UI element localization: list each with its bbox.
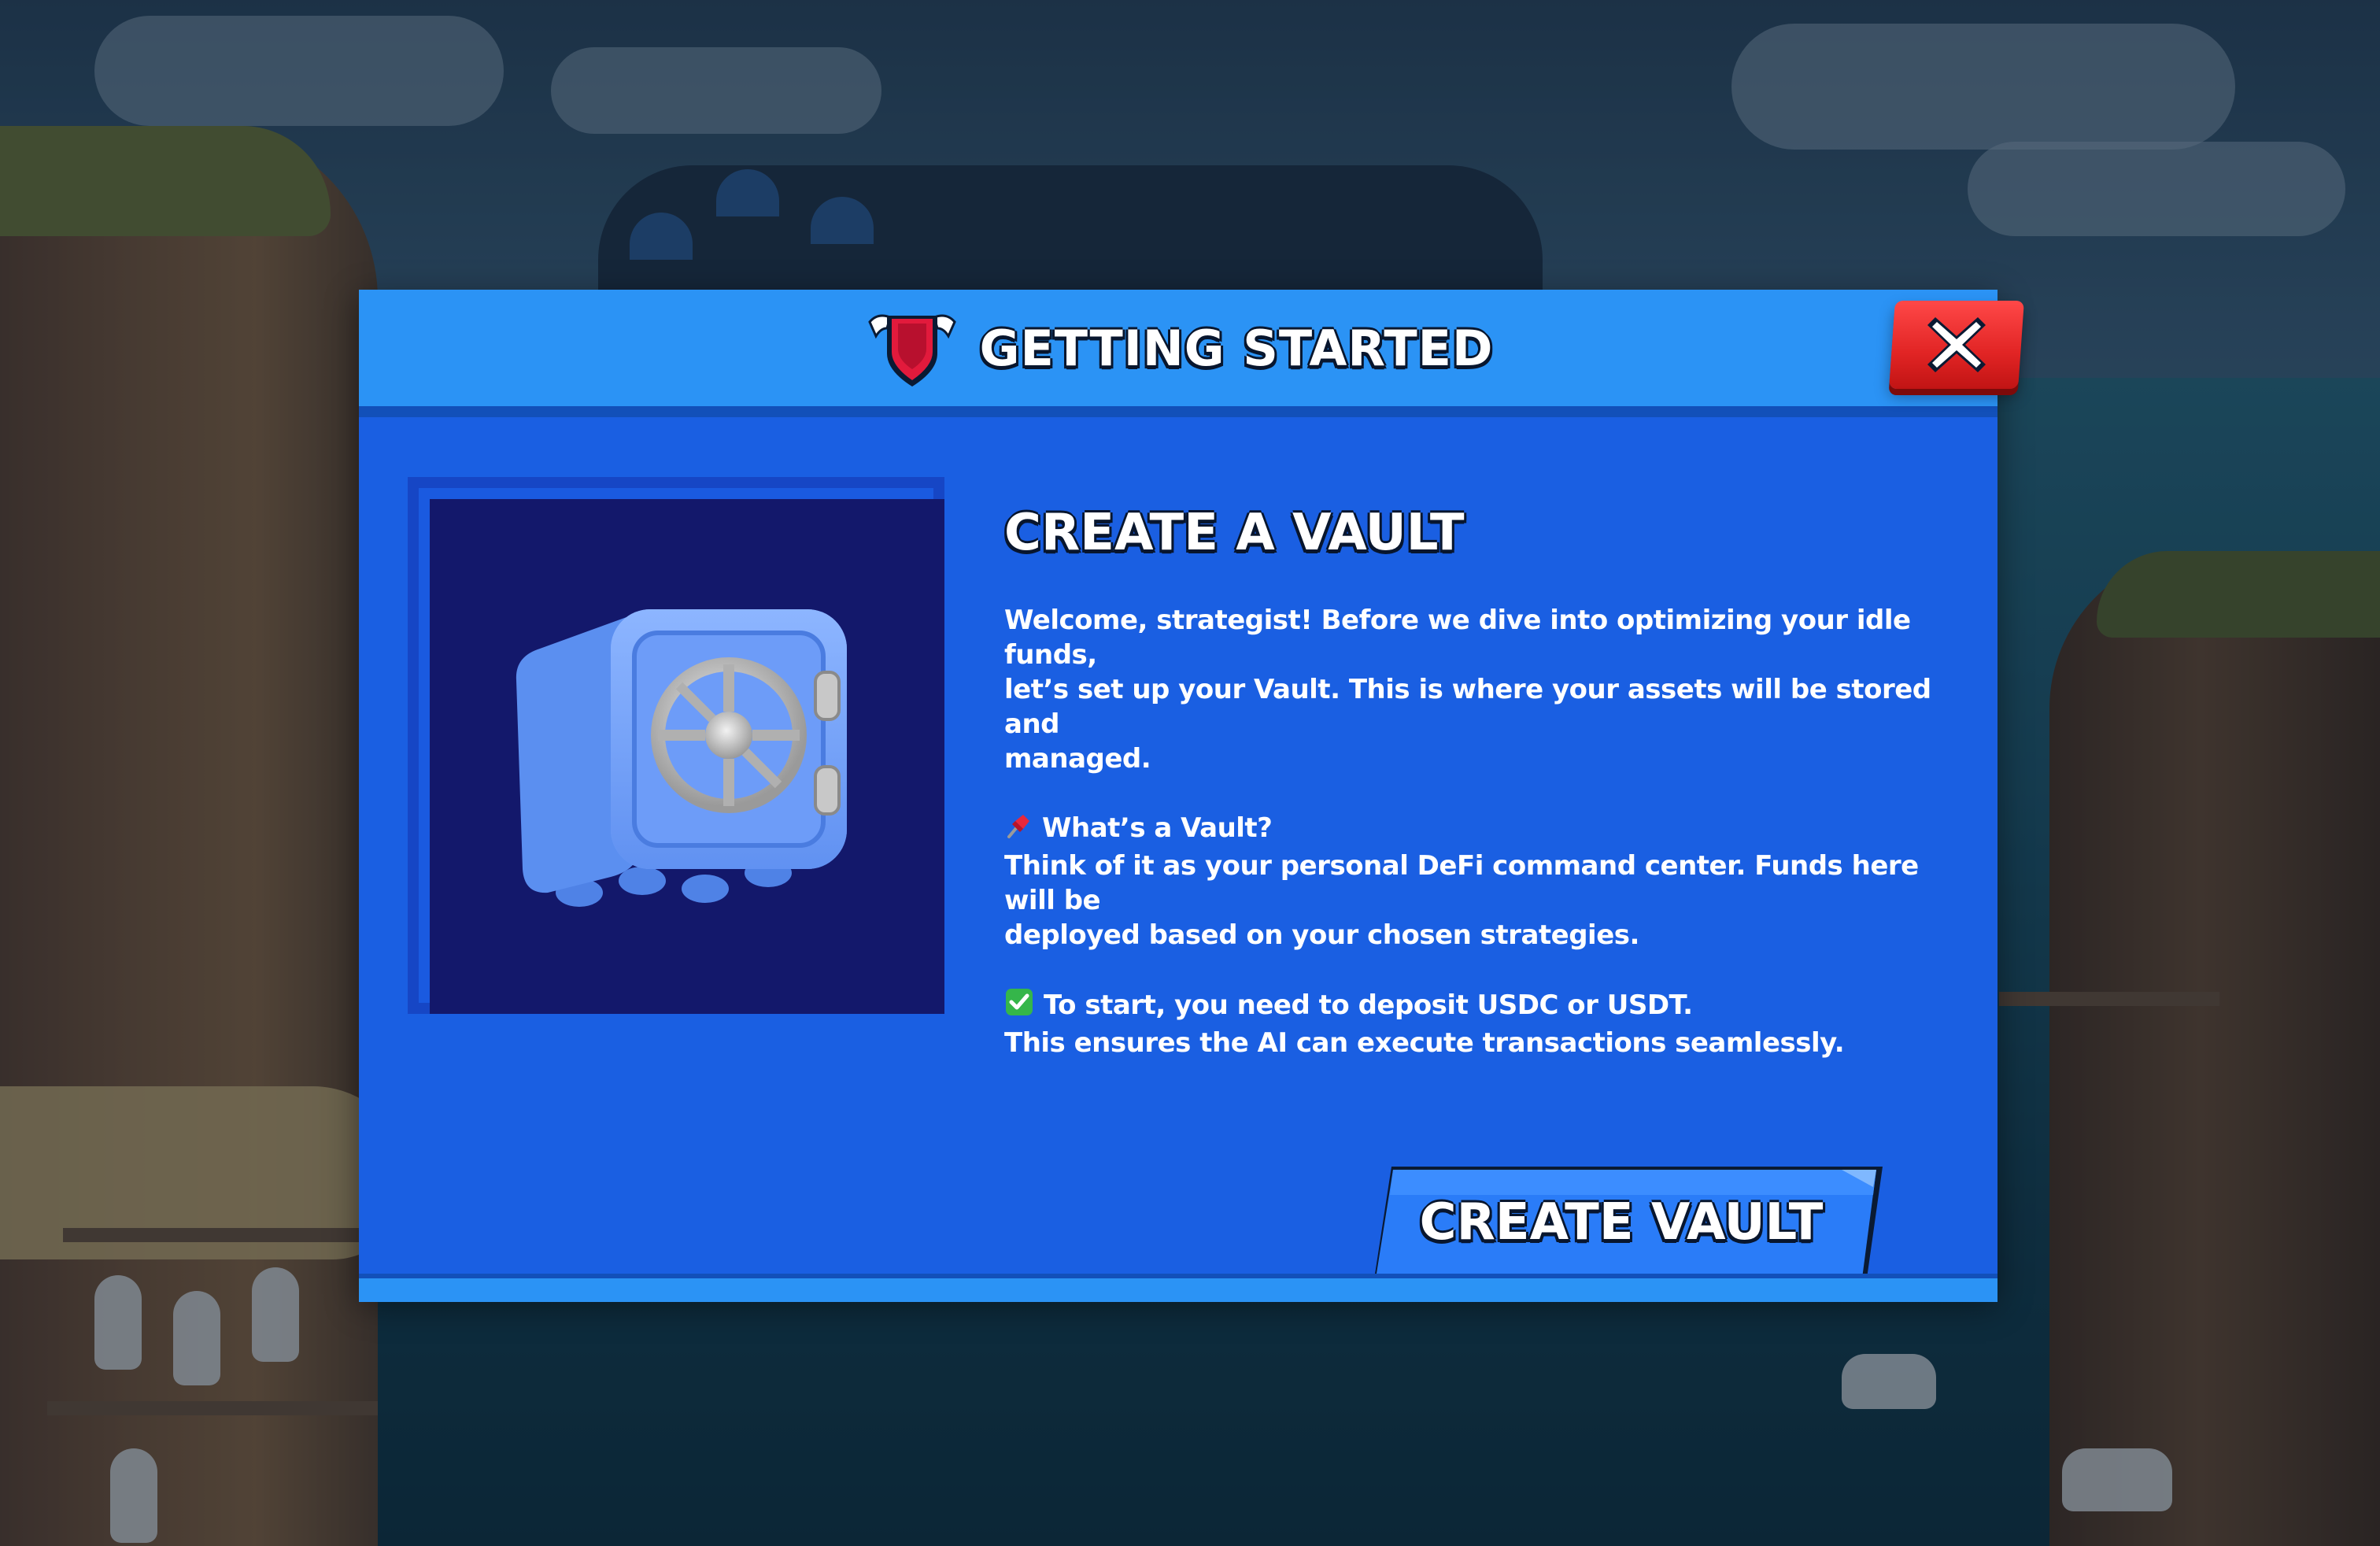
winged-shield-icon bbox=[863, 305, 961, 391]
deposit-heading: To start, you need to deposit USDC or US… bbox=[1044, 989, 1693, 1021]
modal-header: GETTING STARTED bbox=[359, 290, 2024, 417]
welcome-line: managed. bbox=[1004, 743, 1151, 775]
deposit-line: This ensures the AI can execute transact… bbox=[1004, 1027, 1845, 1059]
vault-line: Think of it as your personal DeFi comman… bbox=[1004, 850, 1919, 916]
deposit-paragraph: To start, you need to deposit USDC or US… bbox=[1004, 987, 1972, 1060]
close-icon bbox=[1924, 313, 1989, 377]
welcome-line: Welcome, strategist! Before we dive into… bbox=[1004, 605, 1911, 671]
modal-footer-bar bbox=[359, 1274, 1998, 1302]
content-title: CREATE A VAULT bbox=[1004, 504, 1465, 562]
vault-heading-line: What’s a Vault? bbox=[1004, 811, 1972, 849]
modal-title-group: GETTING STARTED bbox=[359, 290, 1998, 406]
vault-line: deployed based on your chosen strategies… bbox=[1004, 919, 1639, 951]
getting-started-modal: GETTING STARTED CREATE A VAULT Welcome, … bbox=[359, 290, 2024, 1302]
vault-intro-content: CREATE A VAULT Welcome, strategist! Befo… bbox=[1004, 504, 1972, 1095]
vault-illustration-frame bbox=[408, 477, 944, 1014]
vault-illustration-panel bbox=[430, 499, 944, 1014]
welcome-paragraph: Welcome, strategist! Before we dive into… bbox=[1004, 603, 1972, 776]
modal-title: GETTING STARTED bbox=[979, 319, 1494, 377]
modal-body: CREATE A VAULT Welcome, strategist! Befo… bbox=[359, 417, 1998, 1289]
vault-icon bbox=[493, 586, 870, 924]
vault-explainer-paragraph: What’s a Vault? Think of it as your pers… bbox=[1004, 811, 1972, 952]
check-mark-icon bbox=[1004, 987, 1034, 1026]
pushpin-icon bbox=[1004, 812, 1033, 849]
vault-heading: What’s a Vault? bbox=[1042, 812, 1273, 844]
welcome-line: let’s set up your Vault. This is where y… bbox=[1004, 674, 1931, 740]
deposit-heading-line: To start, you need to deposit USDC or US… bbox=[1004, 987, 1972, 1026]
create-vault-button-label: CREATE VAULT bbox=[1419, 1193, 1824, 1252]
close-button[interactable] bbox=[1889, 301, 2024, 389]
